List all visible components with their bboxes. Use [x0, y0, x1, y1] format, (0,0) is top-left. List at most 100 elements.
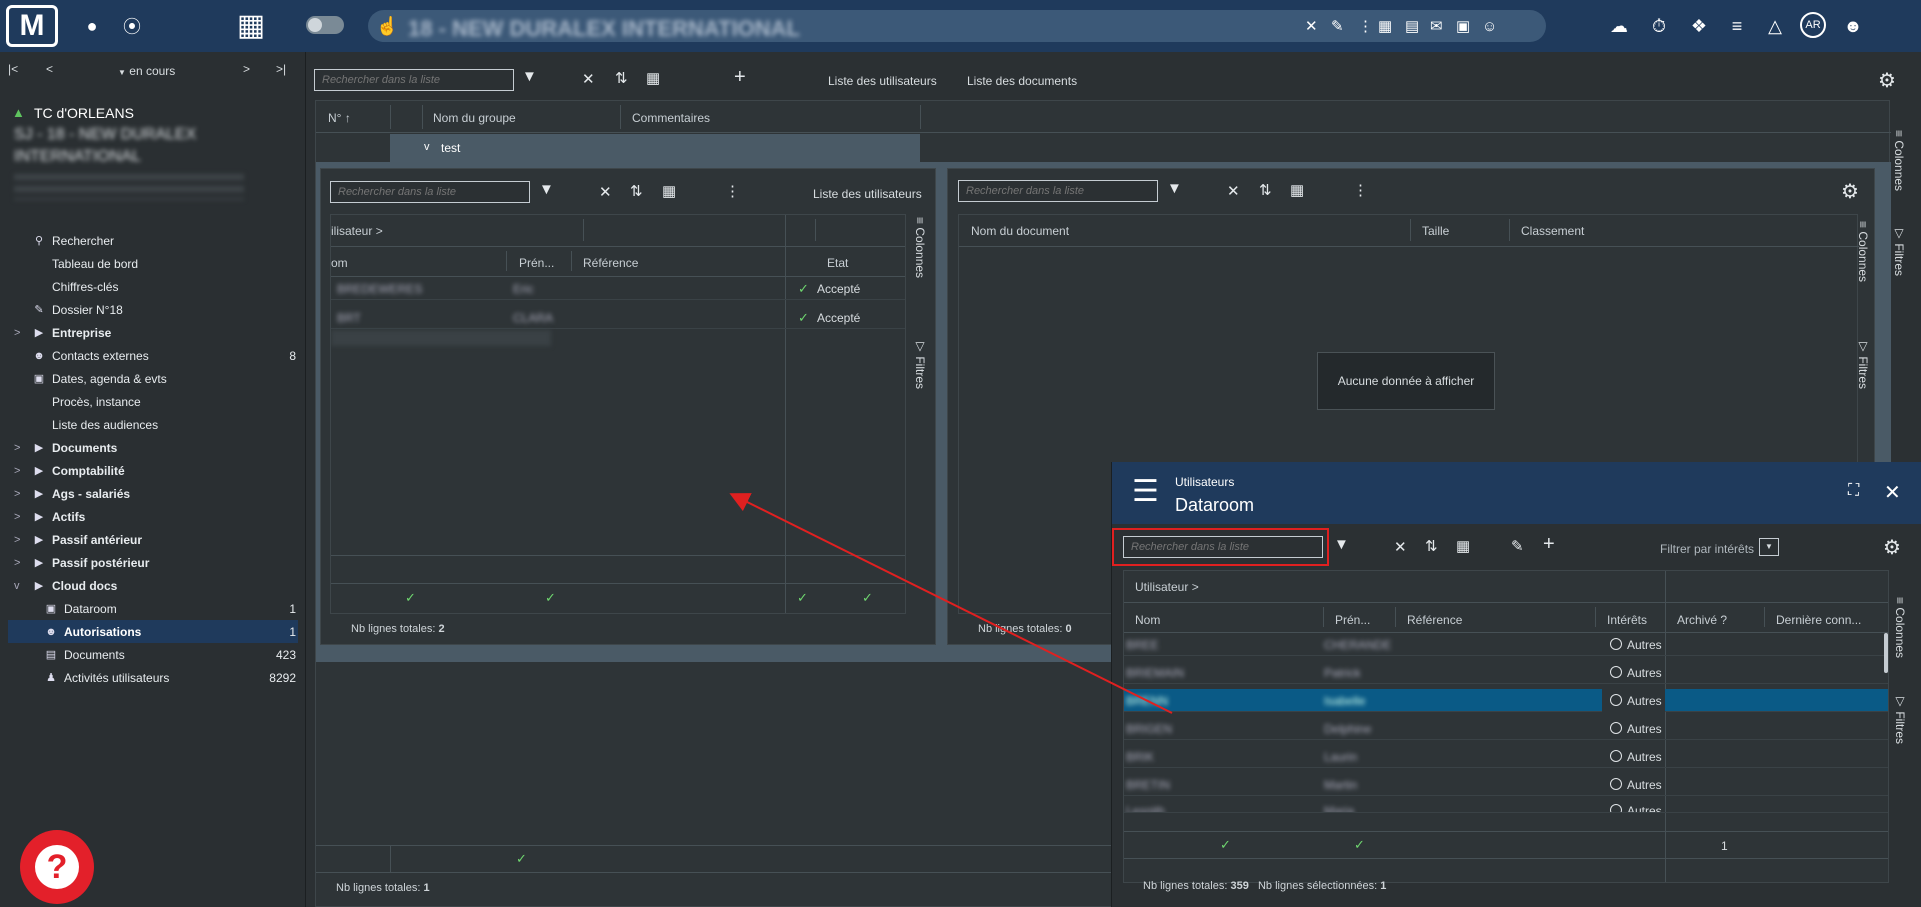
table-row-selected[interactable]: BRENN Isabelle Autres: [1124, 689, 1888, 712]
sidebar-item-proces[interactable]: Procès, instance: [8, 390, 298, 413]
col-number[interactable]: N° ↑: [328, 111, 351, 125]
building-icon[interactable]: ▦: [1378, 10, 1392, 42]
sort-icon[interactable]: ⇅: [630, 182, 643, 200]
clear-icon[interactable]: ✕: [582, 70, 595, 88]
sort-icon[interactable]: ⇅: [1259, 181, 1272, 199]
col-group-name[interactable]: Nom du groupe: [433, 111, 516, 125]
dataroom-search-input[interactable]: [1123, 536, 1323, 558]
last-page-icon[interactable]: >|: [276, 62, 286, 76]
sort-icon[interactable]: ⇅: [1425, 537, 1438, 555]
settings-icon[interactable]: ⚙: [1878, 68, 1896, 93]
radio-button[interactable]: [1610, 804, 1622, 812]
table-row-partial[interactable]: Lesnith Maria Autres: [1124, 801, 1888, 813]
settings-icon[interactable]: ⚙: [1841, 179, 1859, 204]
link-users-list[interactable]: Liste des utilisateurs: [828, 74, 937, 88]
col-reference[interactable]: Référence: [1407, 613, 1462, 627]
nav-status-dropdown[interactable]: ▼ en cours: [118, 64, 175, 78]
radio-button[interactable]: [1610, 750, 1622, 762]
users-search-input[interactable]: [330, 181, 530, 203]
columns-tab[interactable]: ≡ Colonnes: [1892, 130, 1906, 191]
sidebar-item-activites[interactable]: ♟ Activités utilisateurs 8292: [8, 666, 298, 689]
calendar-icon[interactable]: ▣: [1456, 10, 1470, 42]
col-prenom[interactable]: Prén...: [519, 256, 554, 270]
col-reference[interactable]: Référence: [583, 256, 638, 270]
link-docs-list[interactable]: Liste des documents: [967, 74, 1077, 88]
playlist-icon[interactable]: ≡: [1724, 13, 1750, 39]
filter-icon[interactable]: ▼: [539, 181, 554, 198]
touch-icon[interactable]: ☝: [376, 10, 398, 42]
global-search-bar[interactable]: ☝ 18 - NEW DURALEX INTERNATIONAL ✕ ✎ ⋮ ▦…: [368, 10, 1546, 42]
table-row[interactable]: BRT CLARA ✓ Accepté: [331, 306, 905, 329]
radio-button[interactable]: [1610, 694, 1622, 706]
cloud-upload-icon[interactable]: ☁: [1606, 13, 1632, 39]
next-icon[interactable]: >: [243, 62, 250, 76]
clear-icon[interactable]: ✕: [1394, 538, 1407, 556]
col-interets[interactable]: Intérêts: [1607, 613, 1647, 627]
clear-icon[interactable]: ✕: [1305, 10, 1318, 42]
edit-icon[interactable]: ✎: [1331, 10, 1344, 42]
app-logo[interactable]: M: [6, 5, 58, 47]
chevron-down-icon[interactable]: v: [424, 141, 430, 153]
table-row[interactable]: BRETIN Martin Autres: [1124, 773, 1888, 796]
edit-icon[interactable]: ✎: [1511, 537, 1524, 555]
docs-filters-tab[interactable]: ▽ Filtres: [1856, 339, 1870, 389]
select-all-icon[interactable]: ▦: [1456, 537, 1470, 555]
sidebar-item-cloud-documents[interactable]: ▤ Documents 423: [8, 643, 298, 666]
dataroom-filters-tab[interactable]: ▽ Filtres: [1893, 694, 1907, 744]
sort-icon[interactable]: ⇅: [615, 69, 628, 87]
fingerprint-icon[interactable]: ❖: [1686, 13, 1712, 39]
group-row[interactable]: v test: [390, 134, 920, 162]
close-icon[interactable]: ✕: [1884, 480, 1901, 505]
radio-button[interactable]: [1610, 638, 1622, 650]
docs-columns-tab[interactable]: ≡ Colonnes: [1856, 221, 1870, 282]
more-vert-icon[interactable]: ⋮: [1353, 181, 1368, 199]
col-archive[interactable]: Archivé ?: [1677, 613, 1727, 627]
account-icon[interactable]: ●: [80, 14, 104, 38]
table-row[interactable]: BRIK Laurin Autres: [1124, 745, 1888, 768]
table-row[interactable]: BRIGEN Delphine Autres: [1124, 717, 1888, 740]
clear-icon[interactable]: ✕: [599, 183, 612, 201]
filter-icon[interactable]: ▼: [1334, 536, 1349, 553]
filter-icon[interactable]: ▼: [522, 68, 537, 85]
sidebar-item-comptabilite[interactable]: > ▶ Comptabilité: [8, 459, 298, 482]
sidebar-item-chiffres-cles[interactable]: Chiffres-clés: [8, 275, 298, 298]
sidebar-item-passif-anterieur[interactable]: > ▶ Passif antérieur: [8, 528, 298, 551]
select-all-icon[interactable]: ▦: [662, 182, 676, 200]
users-filters-tab[interactable]: ▽ Filtres: [913, 339, 927, 389]
main-search-input[interactable]: [314, 69, 514, 91]
col-comments[interactable]: Commentaires: [632, 111, 710, 125]
sidebar-item-tableau-de-bord[interactable]: Tableau de bord: [8, 252, 298, 275]
sidebar-item-dataroom[interactable]: ▣ Dataroom 1: [8, 597, 298, 620]
col-last-connection[interactable]: Dernière conn...: [1776, 613, 1861, 627]
select-all-icon[interactable]: ▦: [1290, 181, 1304, 199]
prev-icon[interactable]: <: [46, 62, 53, 76]
add-people-icon[interactable]: ☻: [1838, 13, 1868, 39]
radio-button[interactable]: [1610, 778, 1622, 790]
sidebar-item-dossier[interactable]: ✎ Dossier N°18: [8, 298, 298, 321]
col-prenom[interactable]: Prén...: [1335, 613, 1370, 627]
sidebar-item-actifs[interactable]: > ▶ Actifs: [8, 505, 298, 528]
sidebar-item-audiences[interactable]: Liste des audiences: [8, 413, 298, 436]
group-header-utilisateur[interactable]: Utilisateur >: [1135, 580, 1199, 594]
group-header-utilisateur[interactable]: ilisateur >: [331, 224, 383, 238]
col-etat[interactable]: Etat: [827, 256, 848, 270]
scrollbar-thumb[interactable]: [1884, 633, 1888, 673]
select-all-icon[interactable]: ▦: [646, 69, 660, 87]
docs-search-input[interactable]: [958, 180, 1158, 202]
sidebar-item-autorisations[interactable]: ☻ Autorisations 1: [8, 620, 298, 643]
col-nom[interactable]: om: [331, 256, 348, 270]
avatar[interactable]: AR: [1800, 12, 1826, 38]
col-nom[interactable]: Nom: [1135, 613, 1160, 627]
radio-button[interactable]: [1610, 722, 1622, 734]
more-vert-icon[interactable]: ⋮: [725, 182, 740, 200]
help-button[interactable]: ?: [20, 830, 94, 904]
sidebar-item-ags[interactable]: > ▶ Ags - salariés: [8, 482, 298, 505]
filters-tab[interactable]: ▽ Filtres: [1892, 226, 1906, 276]
sidebar-item-contacts-externes[interactable]: ☻ Contacts externes 8: [8, 344, 298, 367]
fullscreen-icon[interactable]: ⛶: [1848, 482, 1859, 500]
col-size[interactable]: Taille: [1422, 224, 1449, 238]
col-document-name[interactable]: Nom du document: [971, 224, 1069, 238]
sidebar-item-passif-posterieur[interactable]: > ▶ Passif postérieur: [8, 551, 298, 574]
more-vert-icon[interactable]: ⋮: [1358, 10, 1373, 42]
col-classement[interactable]: Classement: [1521, 224, 1584, 238]
